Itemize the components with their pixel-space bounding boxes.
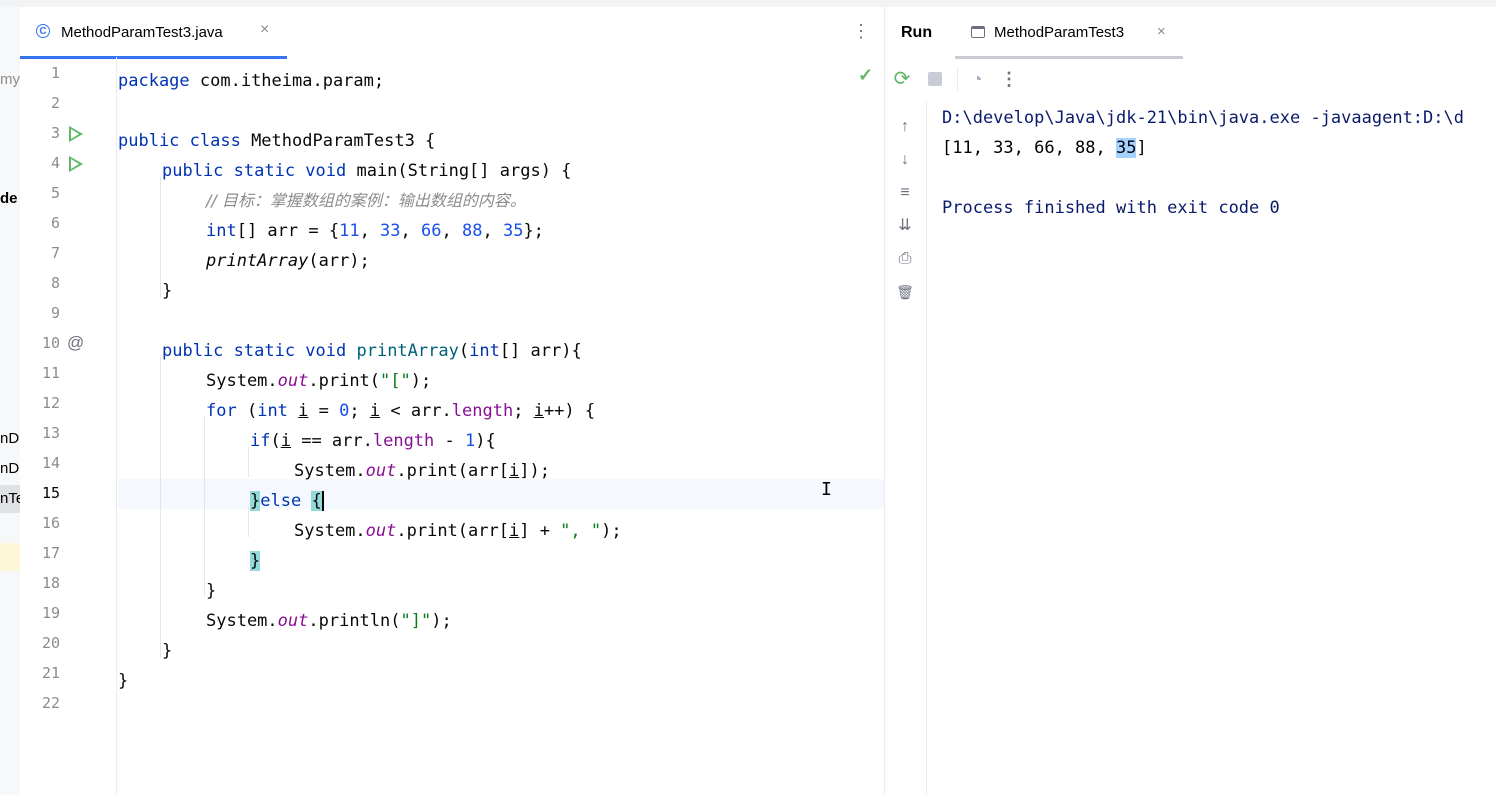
selected-text: 35 [1116, 138, 1137, 158]
run-tab-label: MethodParamTest3 [994, 24, 1125, 41]
line-number: 19 [41, 604, 60, 622]
line-number: 13 [41, 424, 60, 442]
mouse-ibeam-cursor: I [821, 479, 832, 500]
code-line: public class MethodParamTest3 { [118, 131, 436, 151]
window-top-strip [0, 0, 1496, 7]
project-item-selected[interactable]: nTe [0, 485, 20, 513]
toolbar-divider [957, 67, 958, 91]
line-number: 2 [50, 94, 60, 112]
arrow-up-icon[interactable]: ↑ [893, 115, 917, 139]
line-number: 12 [41, 394, 60, 412]
indent-guide [248, 507, 249, 537]
matched-brace: } [250, 491, 261, 511]
code-line: System.out.println("]"); [206, 611, 452, 631]
scroll-to-end-icon[interactable]: ⇊ [893, 214, 917, 238]
line-number: 14 [41, 454, 60, 472]
line-number: 7 [50, 244, 60, 262]
code-line: } [206, 581, 217, 601]
code-line: package com.itheima.param; [118, 71, 385, 91]
line-number: 1 [50, 64, 60, 82]
code-line: System.out.print(arr[i] + ", "); [294, 521, 622, 541]
code-line: if(i == arr.length - 1){ [250, 431, 496, 451]
run-class-icon[interactable] [69, 126, 83, 142]
run-toolbar: ⟳ ◔ ⋮ [885, 61, 1496, 101]
code-comment: // 目标：掌握数组的案例：输出数组的内容。 [206, 191, 526, 210]
usages-at-icon[interactable]: @ [67, 333, 84, 353]
line-number: 17 [41, 544, 60, 562]
matched-brace: } [250, 551, 261, 571]
line-number-current: 15 [41, 484, 60, 502]
console-output[interactable]: D:\develop\Java\jdk-21\bin\java.exe -jav… [942, 101, 1496, 795]
line-number: 20 [41, 634, 60, 652]
code-line: } [118, 671, 129, 691]
text-caret [321, 491, 324, 511]
soft-wrap-icon[interactable]: ≡ [893, 181, 917, 205]
line-number: 8 [50, 274, 60, 292]
close-icon[interactable]: × [260, 21, 269, 39]
code-line: printArray(arr); [206, 251, 370, 271]
line-number: 9 [50, 304, 60, 322]
arrow-down-icon[interactable]: ↓ [893, 148, 917, 172]
indent-guide [160, 177, 161, 297]
print-icon[interactable]: ⎙ [893, 247, 917, 271]
matched-brace: { [311, 491, 322, 511]
run-tab-indicator [955, 56, 1183, 59]
line-number: 21 [41, 664, 60, 682]
close-icon[interactable]: × [1157, 23, 1166, 40]
code-line-current: }else { [250, 491, 324, 511]
tab-methodparamtest3-java[interactable]: C MethodParamTest3.java × [20, 7, 287, 59]
code-line: } [162, 641, 173, 661]
code-line: System.out.print(arr[i]); [294, 461, 550, 481]
code-editor: C MethodParamTest3.java × ⋮ 1 2 3 4 5 6 … [20, 7, 884, 795]
line-number: 18 [41, 574, 60, 592]
indent-guide [204, 417, 205, 597]
code-line: System.out.print("["); [206, 371, 432, 391]
tab-run-methodparamtest3[interactable]: MethodParamTest3 × [955, 7, 1183, 59]
project-item[interactable]: nD [0, 460, 19, 477]
code-line: public static void main(String[] args) { [162, 161, 572, 181]
project-item[interactable]: de [0, 190, 18, 207]
line-number: 5 [50, 184, 60, 202]
line-number-gutter: 1 2 3 4 5 6 7 8 9 10 11 12 13 14 15 16 1… [20, 57, 117, 795]
console-side-toolbar: ↑ ↓ ≡ ⇊ ⎙ 🗑 [885, 101, 927, 795]
project-item[interactable]: nD [0, 430, 19, 447]
project-item[interactable]: my [0, 71, 20, 88]
indent-guide [160, 357, 161, 657]
line-number: 22 [41, 694, 60, 712]
rerun-icon[interactable]: ⟳ [890, 67, 914, 91]
more-options-icon[interactable]: ⋮ [852, 21, 870, 42]
code-line: int[] arr = {11, 33, 66, 88, 35}; [206, 221, 544, 241]
run-main-icon[interactable] [69, 156, 83, 172]
line-number: 11 [41, 364, 60, 382]
editor-tab-bar: C MethodParamTest3.java × ⋮ [20, 7, 884, 59]
run-config-icon [971, 26, 985, 38]
tab-label: MethodParamTest3.java [61, 24, 223, 41]
stop-icon[interactable] [923, 67, 947, 91]
inspection-ok-icon[interactable]: ✓ [858, 65, 873, 86]
code-line: public static void printArray(int[] arr)… [162, 341, 582, 361]
line-number: 4 [50, 154, 60, 172]
code-line: } [250, 546, 261, 576]
project-item-highlight [0, 543, 20, 571]
more-options-icon[interactable]: ⋮ [997, 67, 1021, 91]
line-number: 10 [41, 334, 60, 352]
console-output-line: [11, 33, 66, 88, 35] [942, 138, 1147, 158]
code-line: for (int i = 0; i < arr.length; i++) { [206, 401, 596, 421]
profiler-icon[interactable]: ◔ [965, 67, 989, 91]
code-area[interactable]: package com.itheima.param; public class … [118, 57, 884, 795]
console-command-line: D:\develop\Java\jdk-21\bin\java.exe -jav… [942, 108, 1464, 128]
project-panel: my de nD nD nTe [0, 7, 21, 795]
trash-icon[interactable]: 🗑 [893, 280, 917, 304]
code-line: } [162, 281, 173, 301]
indent-guide [248, 447, 249, 477]
line-number: 3 [50, 124, 60, 142]
java-class-icon: C [36, 24, 50, 38]
line-number: 16 [41, 514, 60, 532]
run-tool-window: Run MethodParamTest3 × ⟳ ◔ ⋮ ↑ ↓ ≡ ⇊ ⎙ 🗑… [884, 7, 1496, 795]
line-number: 6 [50, 214, 60, 232]
run-panel-title: Run [901, 24, 933, 41]
run-tab-bar: Run MethodParamTest3 × [885, 7, 1496, 59]
code-line: // 目标：掌握数组的案例：输出数组的内容。 [206, 186, 526, 216]
console-exit-message: Process finished with exit code 0 [942, 198, 1280, 218]
